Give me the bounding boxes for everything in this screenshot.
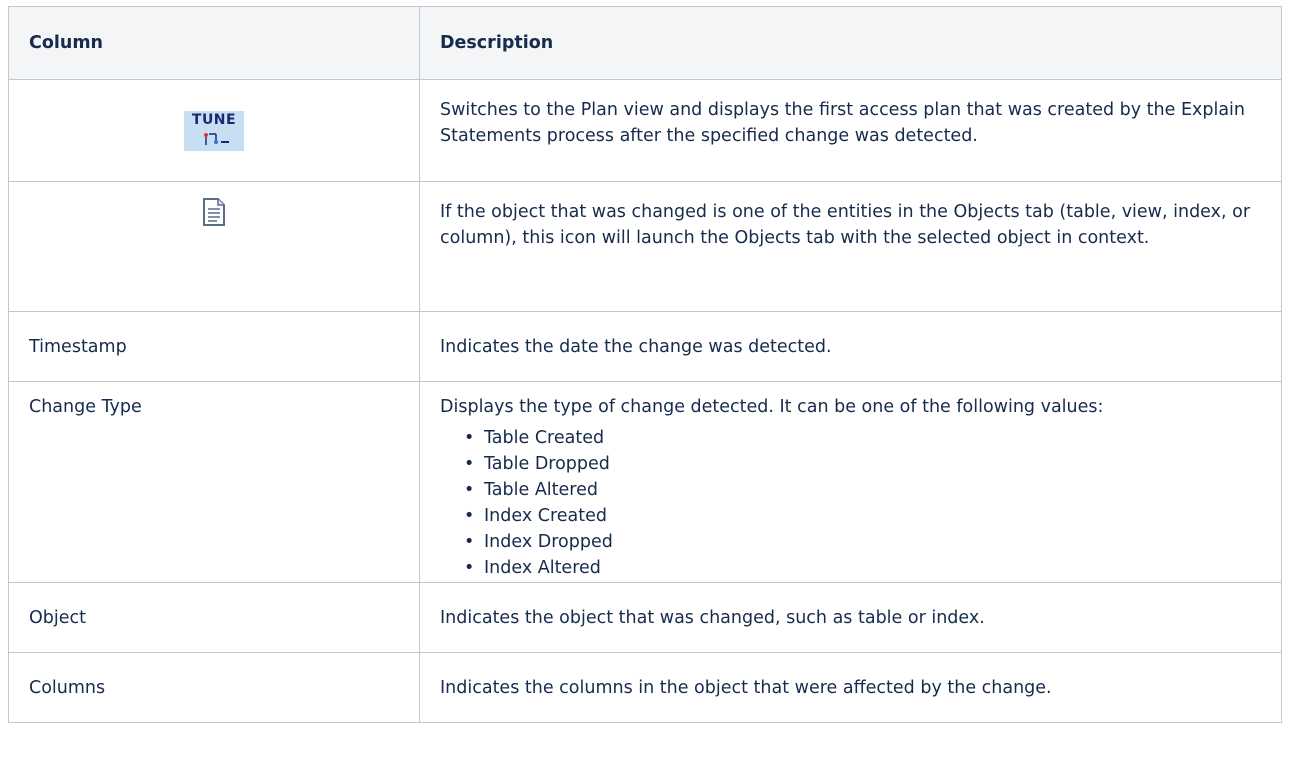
table-header-row: Column Description	[8, 6, 1282, 80]
column-header: Column	[8, 6, 420, 80]
table-row: Columns Indicates the columns in the obj…	[8, 652, 1282, 723]
list-item: Index Altered	[464, 555, 1281, 581]
description-cell: Indicates the object that was changed, s…	[419, 582, 1282, 653]
description-header: Description	[419, 6, 1282, 80]
table-row: Timestamp Indicates the date the change …	[8, 311, 1282, 382]
column-cell: Columns	[8, 652, 420, 723]
list-item: Index Dropped	[464, 529, 1281, 555]
column-cell: Object	[8, 582, 420, 653]
plan-tree-glyph	[204, 132, 229, 145]
description-cell: Indicates the date the change was detect…	[419, 311, 1282, 382]
list-item: Table Dropped	[464, 451, 1281, 477]
list-item: Table Created	[464, 425, 1281, 451]
column-cell: Change Type	[8, 381, 420, 583]
document-icon[interactable]	[202, 197, 226, 227]
description-cell: If the object that was changed is one of…	[419, 181, 1282, 312]
description-cell: Displays the type of change detected. It…	[419, 381, 1282, 583]
tune-icon[interactable]: TUNE	[184, 110, 244, 151]
table-row: Change Type Displays the type of change …	[8, 381, 1282, 583]
change-type-intro: Displays the type of change detected. It…	[440, 397, 1104, 417]
table-row: Object Indicates the object that was cha…	[8, 582, 1282, 653]
column-description-table: Column Description TUNE Switches to the …	[8, 6, 1282, 723]
description-cell: Switches to the Plan view and displays t…	[419, 79, 1282, 182]
list-item: Index Created	[464, 503, 1281, 529]
change-type-values: Table Created Table Dropped Table Altere…	[440, 425, 1281, 581]
description-cell: Indicates the columns in the object that…	[419, 652, 1282, 723]
column-cell	[8, 181, 420, 312]
column-cell: TUNE	[8, 79, 420, 182]
column-cell: Timestamp	[8, 311, 420, 382]
list-item: Table Altered	[464, 477, 1281, 503]
table-row: If the object that was changed is one of…	[8, 181, 1282, 312]
table-row: TUNE Switches to the Plan view and displ…	[8, 79, 1282, 182]
